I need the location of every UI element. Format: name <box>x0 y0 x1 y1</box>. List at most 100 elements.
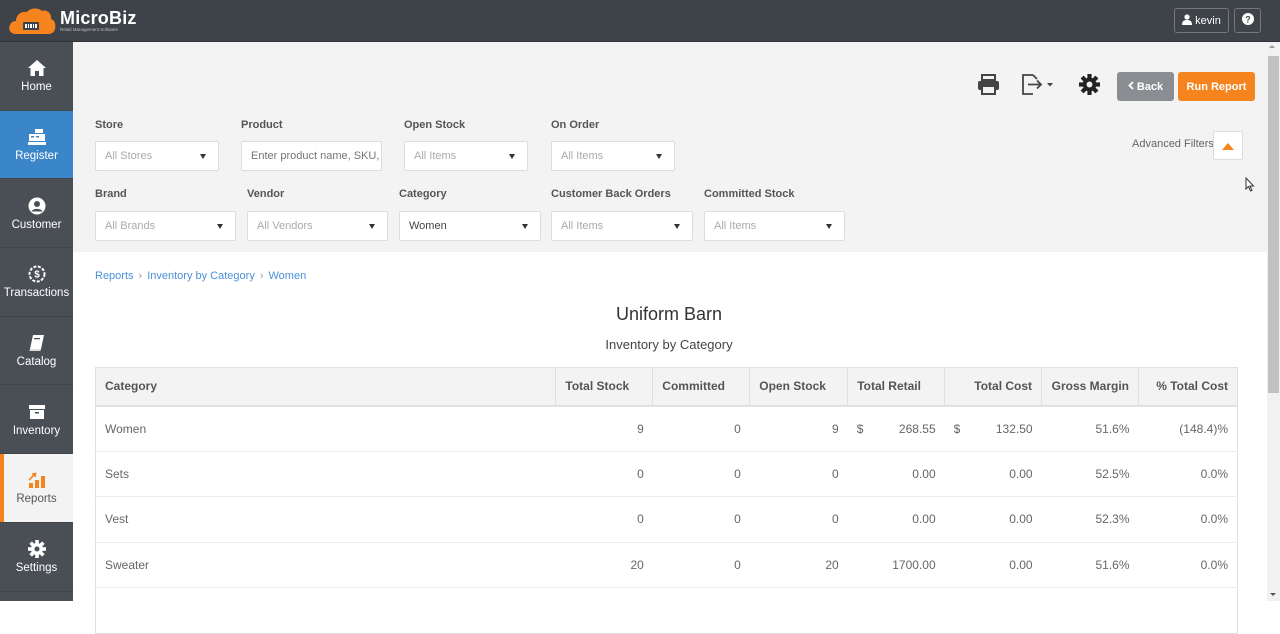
on-order-select[interactable]: All Items <box>551 141 675 171</box>
back-button-label: Back <box>1136 80 1164 93</box>
register-icon <box>27 127 47 147</box>
breadcrumb-inventory-by-category[interactable]: Inventory by Category <box>147 270 255 282</box>
cell-category[interactable]: Sets <box>95 451 556 497</box>
report-title: Uniform Barn <box>615 304 723 324</box>
store-label: Store <box>95 119 124 131</box>
sidebar-item-label: Inventory <box>12 424 61 437</box>
product-label: Product <box>241 119 283 131</box>
scroll-up-arrow-icon[interactable] <box>1269 45 1275 48</box>
cell-committed: 0 <box>652 451 750 497</box>
committed-stock-select[interactable]: All Items <box>704 211 845 241</box>
cell-total-retail: 0.00 <box>847 496 945 543</box>
cell-total-stock: 9 <box>555 405 653 452</box>
category-label: Category <box>399 188 447 200</box>
chevron-right-icon: › <box>138 270 143 282</box>
caret-down-icon <box>200 154 206 159</box>
store-select[interactable]: All Stores <box>95 141 219 171</box>
vendor-label: Vendor <box>247 188 285 200</box>
inventory-icon <box>27 402 47 422</box>
cloud-logo-icon <box>8 7 56 35</box>
cell-pct-total-cost: (148.4)% <box>1138 405 1238 452</box>
breadcrumb-reports[interactable]: Reports <box>95 270 134 282</box>
column-header-gross-margin[interactable]: Gross Margin <box>1041 367 1139 407</box>
cell-gross-margin: 51.6% <box>1041 405 1139 452</box>
print-button[interactable] <box>977 74 1000 100</box>
cell-open-stock: 0 <box>749 451 848 497</box>
committed-stock-select-value: All Items <box>714 220 757 232</box>
logo[interactable]: MicroBiz Retail Management Software <box>8 7 137 35</box>
settings-icon <box>27 539 47 559</box>
cell-total-retail: $268.55 <box>847 405 945 452</box>
currency-symbol: $ <box>953 421 961 436</box>
cell-committed: 0 <box>652 405 750 452</box>
sidebar-item-settings[interactable]: Settings <box>0 523 73 592</box>
sidebar-item-reports[interactable]: Reports <box>0 454 73 523</box>
sidebar-item-register[interactable]: Register <box>0 110 73 180</box>
product-search-input[interactable] <box>241 141 382 171</box>
caret-down-icon <box>522 224 528 229</box>
column-header-total-cost[interactable]: Total Cost <box>944 367 1043 407</box>
export-button[interactable] <box>1021 74 1055 100</box>
transactions-icon: $ <box>27 264 47 284</box>
caret-down-icon <box>656 154 662 159</box>
cost-value: 132.50 <box>995 421 1033 436</box>
caret-down-icon <box>509 154 515 159</box>
cell-committed: 0 <box>652 496 750 543</box>
table-row[interactable]: Sweater 20 0 20 1700.00 0.00 51.6% 0.0% <box>95 542 1238 588</box>
cell-category[interactable]: Women <box>95 405 556 452</box>
column-header-open-stock[interactable]: Open Stock <box>749 367 849 407</box>
vendor-select[interactable]: All Vendors <box>247 211 388 241</box>
back-button[interactable]: Back <box>1117 72 1174 101</box>
customer-back-orders-select[interactable]: All Items <box>551 211 693 241</box>
committed-stock-label: Committed Stock <box>704 188 795 200</box>
brand-select[interactable]: All Brands <box>95 211 236 241</box>
cell-category[interactable]: Sweater <box>95 542 556 588</box>
app-tagline: Retail Management Software <box>60 27 119 32</box>
sidebar-item-label: Register <box>15 150 58 163</box>
cell-gross-margin: 52.3% <box>1041 496 1139 543</box>
run-report-button[interactable]: Run Report <box>1178 72 1255 101</box>
brand-select-value: All Brands <box>105 220 156 232</box>
svg-text:$: $ <box>34 270 40 281</box>
report-subtitle: Inventory by Category <box>605 337 733 352</box>
sidebar-item-customer[interactable]: Customer <box>0 179 73 249</box>
cell-category[interactable]: Vest <box>95 496 556 543</box>
vendor-select-value: All Vendors <box>257 220 313 232</box>
on-order-label: On Order <box>551 119 600 131</box>
report-settings-button[interactable] <box>1079 74 1100 100</box>
caret-down-icon <box>217 224 223 229</box>
reports-icon <box>27 470 47 490</box>
user-menu-button[interactable]: kevin <box>1174 8 1229 33</box>
table-row[interactable]: Women 9 0 9 $268.55 $132.50 51.6% (148.4… <box>95 405 1238 452</box>
cell-gross-margin: 52.5% <box>1041 451 1139 497</box>
sidebar-item-home[interactable]: Home <box>0 42 73 111</box>
caret-down-icon <box>369 224 375 229</box>
gear-icon <box>1079 74 1100 99</box>
column-header-category[interactable]: Category <box>95 367 557 407</box>
mouse-cursor-icon <box>1245 176 1255 197</box>
column-header-total-retail[interactable]: Total Retail <box>847 367 946 407</box>
retail-value: 268.55 <box>898 421 936 436</box>
chevron-right-icon: › <box>259 270 264 282</box>
user-icon <box>1182 13 1193 28</box>
category-select[interactable]: Women <box>399 211 541 241</box>
question-circle-icon: ? <box>1241 13 1254 28</box>
advanced-filters-toggle[interactable] <box>1213 131 1243 160</box>
brand-label: Brand <box>95 188 127 200</box>
table-row[interactable]: Sets 0 0 0 0.00 0.00 52.5% 0.0% <box>95 451 1238 497</box>
table-row[interactable]: Vest 0 0 0 0.00 0.00 52.3% 0.0% <box>95 496 1238 543</box>
breadcrumb-women[interactable]: Women <box>269 270 307 282</box>
cell-total-cost: 0.00 <box>944 496 1042 543</box>
column-header-committed[interactable]: Committed <box>652 367 751 407</box>
column-header-pct-total-cost[interactable]: % Total Cost <box>1138 367 1238 407</box>
sidebar-item-inventory[interactable]: Inventory <box>0 385 73 455</box>
open-stock-select[interactable]: All Items <box>404 141 528 171</box>
customer-back-orders-select-value: All Items <box>561 220 604 232</box>
help-button[interactable]: ? <box>1234 8 1261 33</box>
export-icon <box>1021 74 1055 99</box>
scroll-down-arrow-icon[interactable] <box>1270 593 1276 596</box>
print-icon <box>977 74 1000 99</box>
scrollbar-thumb[interactable] <box>1268 56 1279 393</box>
table-row <box>96 588 1238 634</box>
column-header-total-stock[interactable]: Total Stock <box>555 367 654 407</box>
